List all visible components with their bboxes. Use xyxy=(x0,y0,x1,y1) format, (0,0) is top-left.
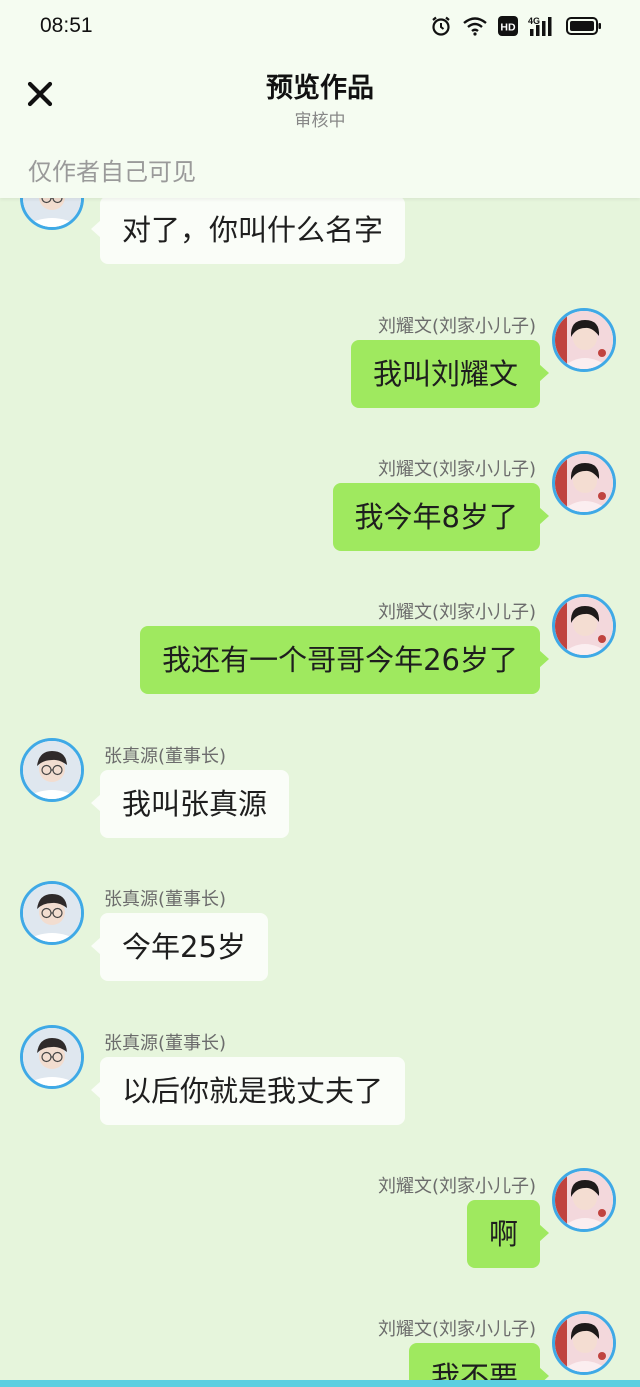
sender-name: 张真源(董事长) xyxy=(104,746,227,767)
sender-name: 刘耀文(刘家小儿子) xyxy=(377,316,536,337)
message-bubble[interactable]: 啊 xyxy=(466,1200,550,1268)
avatar-liu-yaowen[interactable] xyxy=(552,594,616,658)
message-bubble[interactable]: 我还有一个哥哥今年26岁了 xyxy=(140,626,549,694)
page-subtitle: 审核中 xyxy=(294,111,346,131)
avatar-liu-yaowen[interactable] xyxy=(552,451,616,515)
status-icons: HD 4G xyxy=(430,15,602,41)
sender-name: 张真源(董事长) xyxy=(104,1033,227,1054)
avatar-zhang-zhenyuan[interactable] xyxy=(20,881,84,945)
header: 预览作品 审核中 xyxy=(0,56,640,140)
hd-icon: HD xyxy=(498,16,518,40)
avatar-liu-yaowen[interactable] xyxy=(552,308,616,372)
sender-name: 刘耀文(刘家小儿子) xyxy=(377,1176,536,1197)
svg-text:HD: HD xyxy=(500,22,516,34)
avatar-zhang-zhenyuan[interactable] xyxy=(20,1025,84,1089)
visibility-text: 仅作者自己可见 xyxy=(28,158,196,186)
status-bar: 08:51 HD 4G xyxy=(0,0,640,56)
avatar-liu-yaowen[interactable] xyxy=(552,1311,616,1375)
avatar-zhang-zhenyuan[interactable] xyxy=(20,198,84,230)
sender-name: 刘耀文(刘家小儿子) xyxy=(377,1319,536,1340)
message-bubble[interactable]: 今年25岁 xyxy=(91,913,268,981)
message-bubble[interactable]: 我叫张真源 xyxy=(90,770,290,838)
svg-text:4G: 4G xyxy=(528,16,540,26)
page-title: 预览作品 xyxy=(266,73,374,104)
sender-name: 刘耀文(刘家小儿子) xyxy=(377,602,536,623)
message-bubble[interactable]: 我今年8岁了 xyxy=(332,483,550,551)
avatar-liu-yaowen[interactable] xyxy=(552,1168,616,1232)
chat-list[interactable]: 对了，你叫什么名字 刘耀文(刘家小儿子) 我叫刘耀文 刘耀文(刘家小儿子) 我今… xyxy=(0,198,640,1380)
visibility-notice: 仅作者自己可见 xyxy=(0,140,640,198)
status-time: 08:51 xyxy=(40,14,93,37)
battery-icon xyxy=(566,16,602,40)
alarm-icon xyxy=(430,15,452,41)
message-bubble[interactable]: 对了，你叫什么名字 xyxy=(90,198,406,264)
wifi-icon xyxy=(462,15,488,41)
message-bubble[interactable]: 我叫刘耀文 xyxy=(350,340,550,408)
sender-name: 刘耀文(刘家小儿子) xyxy=(377,459,536,480)
signal-4g-icon: 4G xyxy=(528,15,556,41)
sender-name: 张真源(董事长) xyxy=(104,889,227,910)
message-bubble[interactable]: 以后你就是我丈夫了 xyxy=(90,1057,406,1125)
message-bubble[interactable]: 我不要 xyxy=(408,1343,550,1380)
bottom-progress-line xyxy=(0,1380,640,1387)
avatar-zhang-zhenyuan[interactable] xyxy=(20,738,84,802)
